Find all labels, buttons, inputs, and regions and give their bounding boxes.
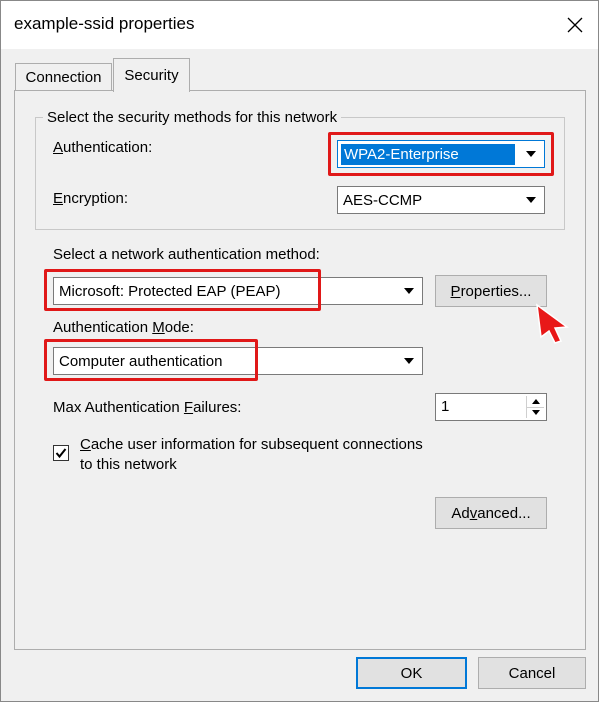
properties-dialog: example-ssid properties Connection Secur…	[0, 0, 599, 702]
auth-method-dropdown[interactable]: Microsoft: Protected EAP (PEAP)	[53, 277, 423, 305]
close-button[interactable]	[552, 1, 598, 49]
tab-security[interactable]: Security	[113, 58, 190, 92]
mouse-pointer-icon	[536, 303, 570, 344]
cache-user-info-label: Cache user information for subsequent co…	[80, 436, 423, 453]
chevron-down-icon	[399, 281, 419, 301]
cancel-button-label: Cancel	[508, 664, 556, 682]
tab-connection[interactable]: Connection	[15, 63, 112, 91]
auth-mode-value: Computer authentication	[59, 353, 223, 370]
tab-connection-label: Connection	[25, 69, 102, 86]
cache-user-info-label-line2: to this network	[80, 456, 177, 473]
ok-button[interactable]: OK	[356, 657, 467, 689]
cancel-button[interactable]: Cancel	[478, 657, 586, 689]
auth-mode-label: Authentication Mode:	[53, 319, 194, 336]
encryption-label: Encryption:	[53, 190, 129, 207]
checkmark-icon	[55, 448, 67, 459]
authentication-value: WPA2-Enterprise	[341, 144, 515, 165]
advanced-button-label: Advanced...	[451, 504, 531, 522]
chevron-down-icon	[521, 190, 541, 210]
chevron-down-icon	[521, 144, 541, 164]
encryption-dropdown[interactable]: AES-CCMP	[337, 186, 545, 214]
window-title: example-ssid properties	[14, 14, 195, 33]
auth-method-value: Microsoft: Protected EAP (PEAP)	[59, 283, 281, 300]
spin-up-button[interactable]	[526, 396, 544, 408]
auth-method-label: Select a network authentication method:	[53, 246, 320, 263]
authentication-dropdown[interactable]: WPA2-Enterprise	[337, 140, 545, 168]
max-failures-label: Max Authentication Failures:	[53, 399, 242, 416]
ok-button-label: OK	[400, 664, 423, 682]
advanced-button[interactable]: Advanced...	[435, 497, 547, 529]
max-failures-spinner[interactable]: 1	[435, 393, 547, 421]
spinner-buttons	[526, 396, 544, 418]
spin-down-button[interactable]	[526, 407, 544, 418]
chevron-down-icon	[531, 410, 540, 416]
tab-security-label: Security	[124, 67, 179, 84]
groupbox-legend: Select the security methods for this net…	[43, 109, 342, 126]
chevron-down-icon	[399, 351, 419, 371]
cache-user-info-checkbox[interactable]	[53, 445, 69, 461]
encryption-value: AES-CCMP	[343, 192, 423, 209]
max-failures-value: 1	[441, 398, 450, 415]
title-bar: example-ssid properties	[1, 1, 598, 49]
properties-button-label: Properties...	[450, 282, 532, 300]
close-icon	[567, 17, 583, 33]
auth-mode-dropdown[interactable]: Computer authentication	[53, 347, 423, 375]
chevron-up-icon	[531, 398, 540, 404]
authentication-label: Authentication:	[53, 139, 153, 156]
